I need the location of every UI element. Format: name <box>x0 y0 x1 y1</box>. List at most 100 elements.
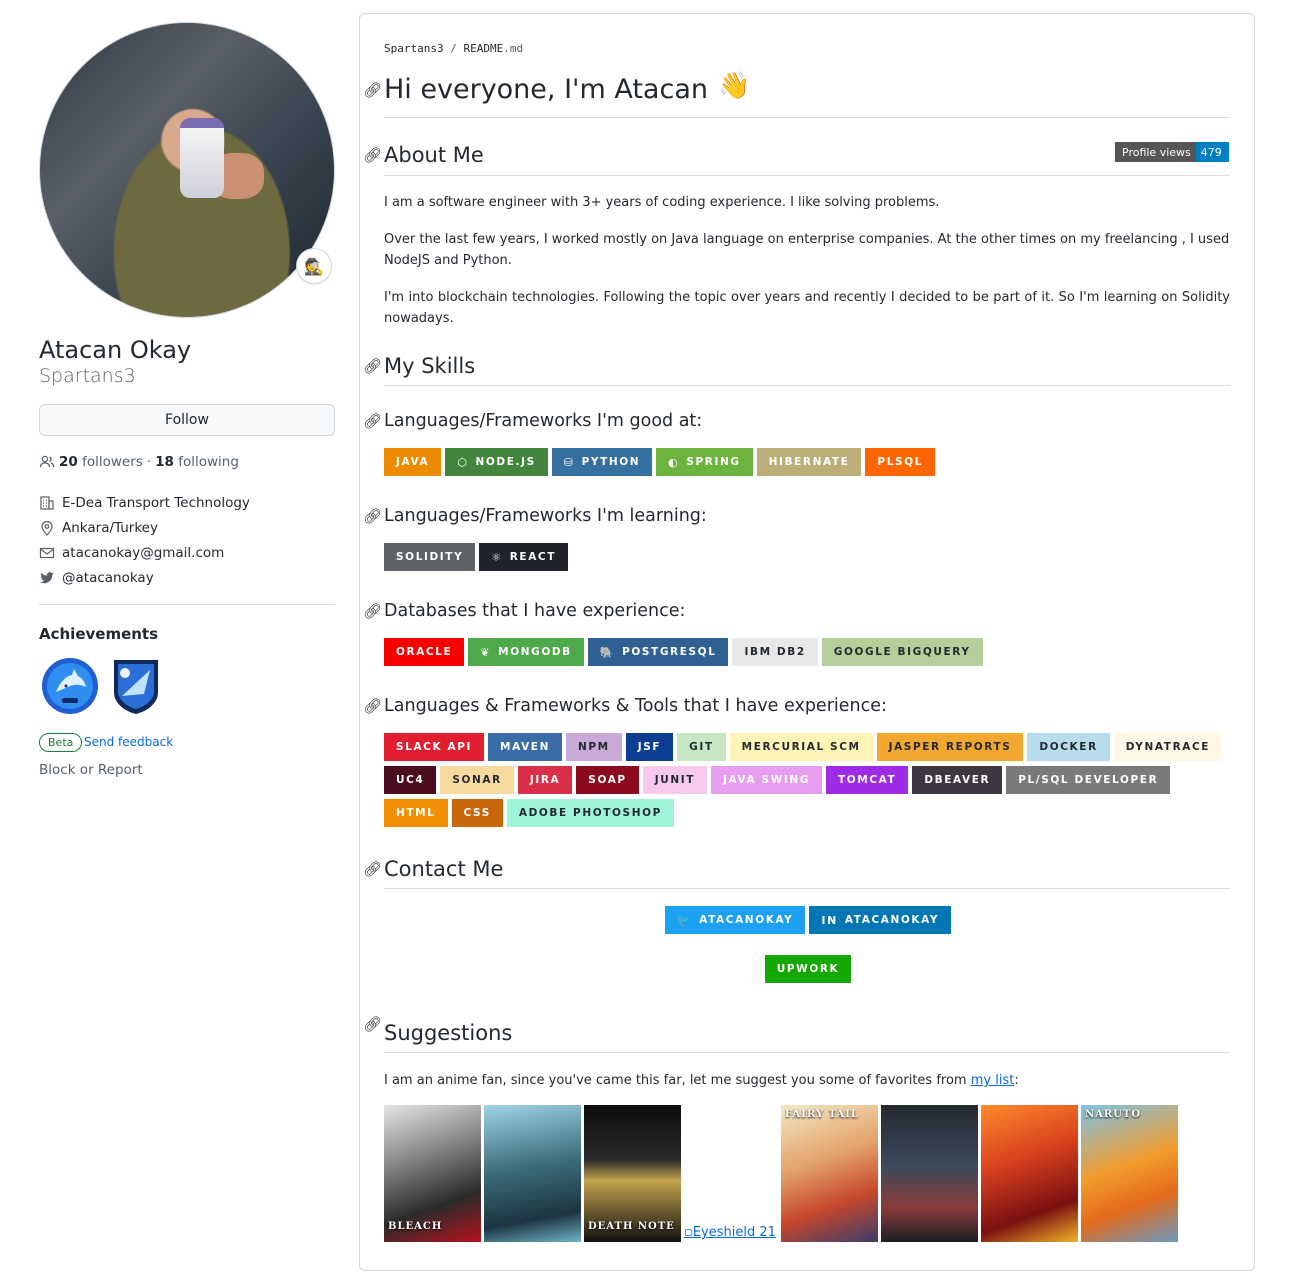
breadcrumb-file[interactable]: README.md <box>463 42 523 55</box>
badge-mongodb[interactable]: ❦ MONGODB <box>468 638 584 666</box>
tools-heading-text: Languages & Frameworks & Tools that I ha… <box>384 696 887 716</box>
badge-junit[interactable]: JUNIT <box>642 766 708 794</box>
skills-heading: 🔗︎ My Skills <box>363 354 475 378</box>
badge-html[interactable]: HTML <box>384 799 448 827</box>
about-heading: 🔗︎ About Me <box>363 143 484 167</box>
anchor-link-icon[interactable]: 🔗︎ <box>363 81 382 99</box>
anchor-link-icon[interactable]: 🔗︎ <box>363 860 382 878</box>
suggestions-heading-text: Suggestions <box>384 1021 513 1045</box>
badge-label: ATACANOKAY <box>699 914 794 926</box>
learning-badges: SOLIDITY ⚛ REACT <box>384 543 1230 571</box>
anchor-link-icon[interactable]: 🔗︎ <box>363 357 382 375</box>
achievement-shark-icon[interactable] <box>40 656 100 716</box>
following-link[interactable]: 18 following <box>155 454 239 470</box>
badge-dynatrace[interactable]: DYNATRACE <box>1113 733 1223 761</box>
badge-python[interactable]: ⛁ PYTHON <box>551 448 653 476</box>
learning-heading-text: Languages/Frameworks I'm learning: <box>384 506 707 526</box>
badge-oracle[interactable]: ORACLE <box>384 638 465 666</box>
badge-css[interactable]: CSS <box>451 799 503 827</box>
badge-adobe-photoshop[interactable]: ADOBE PHOTOSHOP <box>506 799 674 827</box>
achievement-quickdraw-icon[interactable] <box>106 656 166 716</box>
badge-hibernate[interactable]: HIBERNATE <box>756 448 862 476</box>
badge-java[interactable]: JAVA <box>384 448 442 476</box>
anchor-link-icon[interactable]: 🔗︎ <box>363 1015 382 1033</box>
email-detail: atacanokay@gmail.com <box>39 545 224 561</box>
badge-jsf[interactable]: JSF <box>625 733 674 761</box>
badge-label: GOOGLE BIGQUERY <box>833 646 971 658</box>
followers-link[interactable]: 20 followers <box>59 454 143 470</box>
badge-react[interactable]: ⚛ REACT <box>479 543 569 571</box>
profile-views-count: 479 <box>1195 142 1229 162</box>
block-report-link[interactable]: Block or Report <box>39 762 143 778</box>
badge-spring[interactable]: ◐ SPRING <box>656 448 753 476</box>
badge-node-js[interactable]: ⬡ NODE.JS <box>445 448 548 476</box>
status-emoji-icon[interactable]: 🕵 <box>296 248 332 284</box>
badge-postgresql[interactable]: 🐘 POSTGRESQL <box>587 638 729 666</box>
badge-jira[interactable]: JIRA <box>517 766 573 794</box>
badge-jasper-reports[interactable]: JASPER REPORTS <box>876 733 1024 761</box>
badge-label: MERCURIAL SCM <box>741 741 861 753</box>
follow-button[interactable]: Follow <box>39 404 335 436</box>
badge-java-swing[interactable]: JAVA SWING <box>711 766 822 794</box>
skills-rule <box>384 385 1230 386</box>
achievements-title[interactable]: Achievements <box>39 625 158 643</box>
followers-count: 20 <box>59 454 78 470</box>
send-feedback-link[interactable]: Send feedback <box>84 735 173 749</box>
badge-solidity[interactable]: SOLIDITY <box>384 543 476 571</box>
badge-label: JASPER REPORTS <box>888 741 1012 753</box>
badge-upwork[interactable]: UPWORK <box>764 955 852 983</box>
badge-dbeaver[interactable]: DBEAVER <box>912 766 1003 794</box>
badge-atacanokay[interactable]: in ATACANOKAY <box>809 906 952 934</box>
badge-atacanokay[interactable]: 🐦 ATACANOKAY <box>664 906 806 934</box>
death-note-poster[interactable]: DEATH NOTE <box>584 1105 681 1242</box>
eyeshield-21-poster[interactable]: ▫Eyeshield 21 <box>684 1105 778 1242</box>
badge-google-bigquery[interactable]: GOOGLE BIGQUERY <box>821 638 983 666</box>
my-list-link[interactable]: my list <box>971 1073 1015 1088</box>
anchor-link-icon[interactable]: 🔗︎ <box>363 697 382 715</box>
naruto-poster[interactable]: NARUTO <box>1081 1105 1178 1242</box>
attack-on-titan-poster[interactable] <box>484 1105 581 1242</box>
twitter-link[interactable]: @atacanokay <box>62 570 154 586</box>
badge-sonar[interactable]: SONAR <box>440 766 514 794</box>
badge-label: PYTHON <box>581 456 641 468</box>
badge-ibm-db2[interactable]: IBM DB2 <box>732 638 818 666</box>
badge-npm[interactable]: NPM <box>565 733 622 761</box>
email-link[interactable]: atacanokay@gmail.com <box>62 545 224 561</box>
badge-label: DOCKER <box>1039 741 1098 753</box>
seven-deadly-sins-poster[interactable] <box>981 1105 1078 1242</box>
badge-label: POSTGRESQL <box>622 646 717 658</box>
badge-label: HIBERNATE <box>768 456 850 468</box>
contact-heading-text: Contact Me <box>384 857 504 881</box>
anchor-link-icon[interactable]: 🔗︎ <box>363 602 382 620</box>
twitter-detail: @atacanokay <box>39 570 154 586</box>
badge-pl-sql-developer[interactable]: PL/SQL DEVELOPER <box>1006 766 1171 794</box>
avatar[interactable] <box>39 22 335 318</box>
bleach-poster[interactable]: BLEACH <box>384 1105 481 1242</box>
anchor-link-icon[interactable]: 🔗︎ <box>363 146 382 164</box>
title-rule <box>384 117 1230 118</box>
badge-docker[interactable]: DOCKER <box>1027 733 1110 761</box>
badge-soap[interactable]: SOAP <box>576 766 639 794</box>
breadcrumb: Spartans3 / README.md <box>384 42 523 55</box>
suggestions-heading: 🔗︎ Suggestions <box>363 1015 513 1045</box>
badge-plsql[interactable]: PLSQL <box>865 448 935 476</box>
fairy-tail-poster[interactable]: FAIRY TAIL <box>781 1105 878 1242</box>
badge-tomcat[interactable]: TOMCAT <box>826 766 909 794</box>
good-at-heading: 🔗︎ Languages/Frameworks I'm good at: <box>363 411 702 431</box>
anchor-link-icon[interactable]: 🔗︎ <box>363 507 382 525</box>
badge-slack-api[interactable]: SLACK API <box>384 733 485 761</box>
breadcrumb-user[interactable]: Spartans3 <box>384 42 444 55</box>
following-count: 18 <box>155 454 174 470</box>
demon-slayer-poster[interactable] <box>881 1105 978 1242</box>
badge-label: ORACLE <box>396 646 453 658</box>
anchor-link-icon[interactable]: 🔗︎ <box>363 412 382 430</box>
twitter-icon <box>39 570 55 586</box>
badge-label: SOLIDITY <box>396 551 464 563</box>
badge-maven[interactable]: MAVEN <box>488 733 562 761</box>
badge-label: IBM DB2 <box>744 646 806 658</box>
badge-git[interactable]: GIT <box>677 733 726 761</box>
badge-uc4[interactable]: UC4 <box>384 766 437 794</box>
about-heading-text: About Me <box>384 143 484 167</box>
badge-mercurial-scm[interactable]: MERCURIAL SCM <box>729 733 873 761</box>
profile-views-label: Profile views <box>1115 142 1196 162</box>
